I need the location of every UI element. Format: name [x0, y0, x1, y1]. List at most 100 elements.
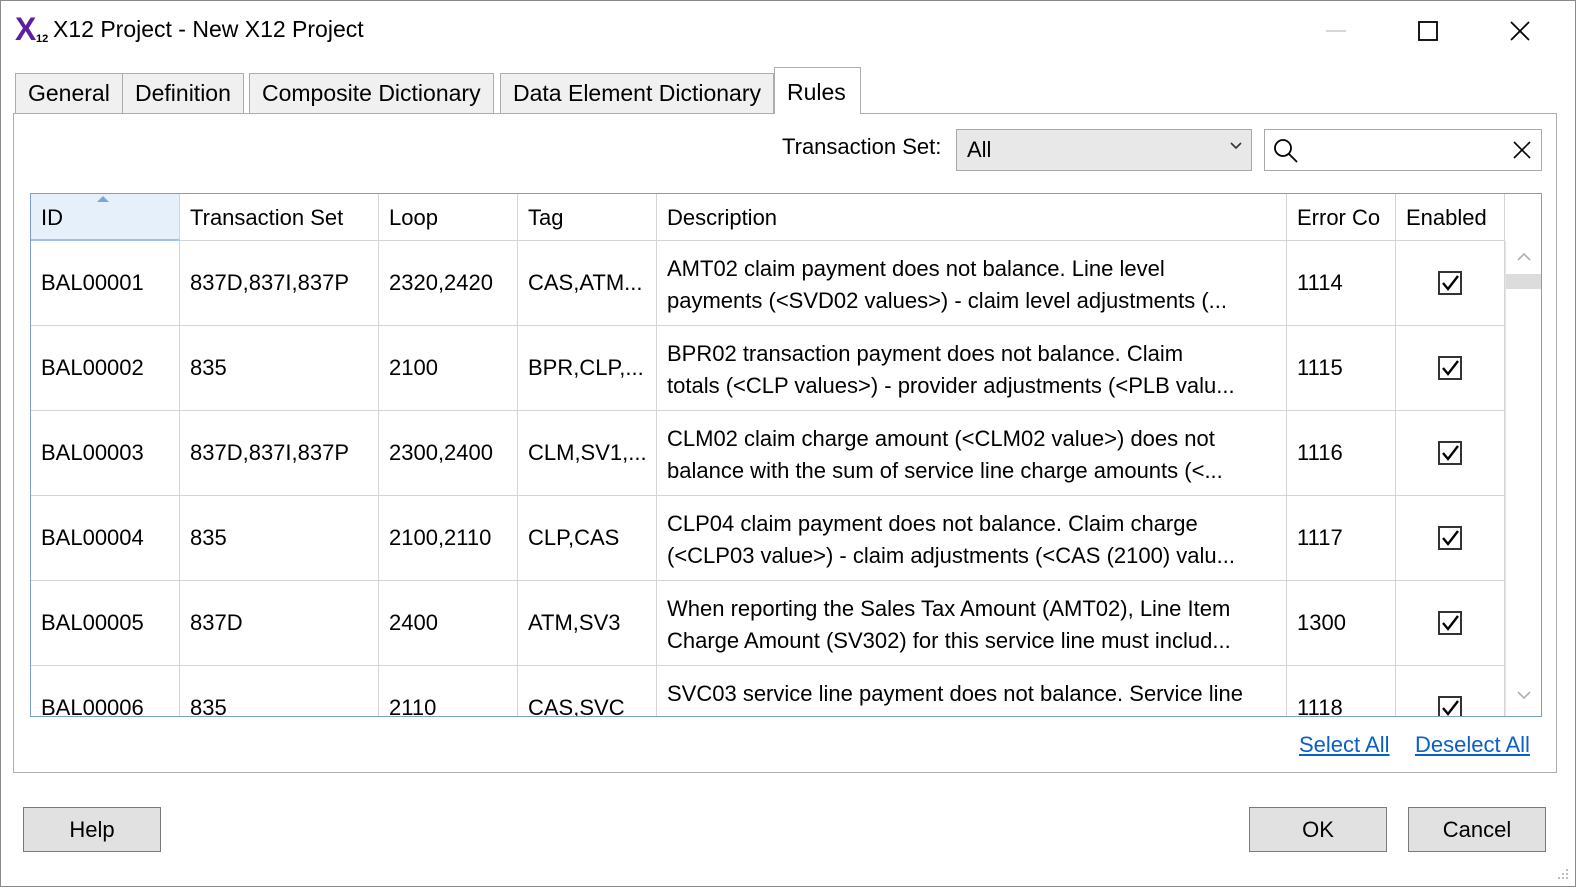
cell-transaction-set: 837D: [180, 581, 379, 666]
description-line: payments (<SVD02 values>) - claim level …: [667, 288, 1228, 313]
minimize-button[interactable]: [1313, 9, 1359, 53]
cell-id: BAL00004: [31, 496, 180, 581]
cell-tag: CAS,ATM...: [518, 241, 657, 326]
enabled-checkbox[interactable]: [1438, 611, 1462, 635]
scroll-up-icon[interactable]: [1516, 251, 1532, 263]
search-input[interactable]: [1305, 134, 1499, 166]
app-logo-subscript: 12: [36, 33, 49, 45]
check-icon: [1442, 445, 1459, 461]
cell-error-code: 1115: [1287, 326, 1396, 411]
cell-loop: 2110: [379, 666, 518, 716]
description-line: totals (<CLP values>) - provider adjustm…: [667, 373, 1235, 398]
search-box: [1264, 129, 1542, 171]
app-logo-letter: X: [15, 11, 37, 47]
tab-definition[interactable]: Definition: [122, 73, 244, 113]
enabled-checkbox[interactable]: [1438, 696, 1462, 716]
cell-description: CLP04 claim payment does not balance. Cl…: [657, 496, 1287, 581]
cell-description: BPR02 transaction payment does not balan…: [657, 326, 1287, 411]
vertical-scrollbar[interactable]: [1505, 241, 1541, 716]
check-icon: [1442, 275, 1459, 291]
table-row[interactable]: BAL00003 837D,837I,837P 2300,2400 CLM,SV…: [31, 411, 1505, 496]
description-line: CLM02 claim charge amount (<CLM02 value>…: [667, 426, 1215, 451]
cell-id: BAL00005: [31, 581, 180, 666]
column-header-transaction-set[interactable]: Transaction Set: [180, 194, 379, 241]
column-header-error-code[interactable]: Error Co: [1287, 194, 1396, 241]
cell-description: SVC03 service line payment does not bala…: [657, 666, 1287, 716]
description-line: CLP04 claim payment does not balance. Cl…: [667, 511, 1198, 536]
cell-error-code: 1300: [1287, 581, 1396, 666]
check-icon: [1442, 530, 1459, 546]
column-header-enabled[interactable]: Enabled: [1396, 194, 1505, 241]
check-icon: [1442, 700, 1459, 716]
enabled-checkbox[interactable]: [1438, 441, 1462, 465]
table-row[interactable]: BAL00006 835 2110 CAS,SVC SVC03 service …: [31, 666, 1505, 716]
search-icon: [1274, 139, 1298, 163]
table-row[interactable]: BAL00005 837D 2400 ATM,SV3 When reportin…: [31, 581, 1505, 666]
cell-tag: CLM,SV1,...: [518, 411, 657, 496]
enabled-checkbox[interactable]: [1438, 526, 1462, 550]
deselect-all-link[interactable]: Deselect All: [1415, 732, 1530, 758]
enabled-checkbox[interactable]: [1438, 356, 1462, 380]
cell-enabled: [1396, 241, 1505, 326]
description-line: AMT02 claim payment does not balance. Li…: [667, 256, 1165, 281]
description-line: When reporting the Sales Tax Amount (AMT…: [667, 596, 1231, 621]
cell-transaction-set: 837D,837I,837P: [180, 241, 379, 326]
help-button[interactable]: Help: [23, 807, 161, 852]
transaction-set-select[interactable]: All: [956, 129, 1252, 171]
maximize-icon: [1418, 21, 1438, 41]
enabled-checkbox[interactable]: [1438, 271, 1462, 295]
cell-description: AMT02 claim payment does not balance. Li…: [657, 241, 1287, 326]
cell-loop: 2400: [379, 581, 518, 666]
cell-tag: BPR,CLP,...: [518, 326, 657, 411]
cell-loop: 2100: [379, 326, 518, 411]
resize-grip-icon[interactable]: [1557, 868, 1569, 880]
transaction-set-label: Transaction Set:: [782, 134, 942, 159]
cell-enabled: [1396, 581, 1505, 666]
cell-id: BAL00001: [31, 241, 180, 326]
scrollbar-thumb[interactable]: [1506, 274, 1541, 289]
tab-rules[interactable]: Rules: [774, 67, 861, 114]
table-row[interactable]: BAL00002 835 2100 BPR,CLP,... BPR02 tran…: [31, 326, 1505, 411]
clear-icon[interactable]: [1513, 141, 1531, 159]
check-icon: [1442, 615, 1459, 631]
description-line: (<CLP03 value>) - claim adjustments (<CA…: [667, 543, 1235, 568]
cell-transaction-set: 837D,837I,837P: [180, 411, 379, 496]
project-dialog: X 12 X12 Project - New X12 Project Gener…: [0, 0, 1576, 887]
cell-transaction-set: 835: [180, 496, 379, 581]
cell-transaction-set: 835: [180, 666, 379, 716]
column-header-loop[interactable]: Loop: [379, 194, 518, 241]
title-bar: X 12 X12 Project - New X12 Project: [1, 1, 1575, 61]
cell-tag: ATM,SV3: [518, 581, 657, 666]
table-row[interactable]: BAL00004 835 2100,2110 CLP,CAS CLP04 cla…: [31, 496, 1505, 581]
close-button[interactable]: [1497, 9, 1543, 53]
maximize-button[interactable]: [1405, 9, 1451, 53]
cell-id: BAL00002: [31, 326, 180, 411]
window-title: X12 Project - New X12 Project: [53, 16, 364, 42]
cell-transaction-set: 835: [180, 326, 379, 411]
column-header-tag[interactable]: Tag: [518, 194, 657, 241]
select-all-link[interactable]: Select All: [1299, 732, 1390, 758]
cell-description: When reporting the Sales Tax Amount (AMT…: [657, 581, 1287, 666]
table-row[interactable]: BAL00001 837D,837I,837P 2320,2420 CAS,AT…: [31, 241, 1505, 326]
cancel-button[interactable]: Cancel: [1408, 807, 1546, 852]
cell-tag: CAS,SVC: [518, 666, 657, 716]
description-line: SVC03 service line payment does not bala…: [667, 681, 1243, 706]
column-header-id[interactable]: ID: [31, 194, 180, 241]
transaction-set-value: All: [967, 137, 992, 162]
cell-loop: 2300,2400: [379, 411, 518, 496]
cell-id: BAL00006: [31, 666, 180, 716]
cell-enabled: [1396, 496, 1505, 581]
cell-loop: 2320,2420: [379, 241, 518, 326]
ok-button[interactable]: OK: [1249, 807, 1387, 852]
tab-data-element-dictionary[interactable]: Data Element Dictionary: [500, 73, 774, 113]
tab-composite-dictionary[interactable]: Composite Dictionary: [249, 73, 494, 113]
cell-error-code: 1116: [1287, 411, 1396, 496]
column-header-description[interactable]: Description: [657, 194, 1287, 241]
scroll-down-icon[interactable]: [1516, 689, 1532, 701]
description-line: BPR02 transaction payment does not balan…: [667, 341, 1184, 366]
rules-grid: ID Transaction Set Loop Tag Description …: [30, 193, 1542, 717]
column-header-id-label: ID: [41, 205, 63, 230]
cell-enabled: [1396, 411, 1505, 496]
cell-enabled: [1396, 666, 1505, 716]
tab-general[interactable]: General: [15, 73, 123, 113]
